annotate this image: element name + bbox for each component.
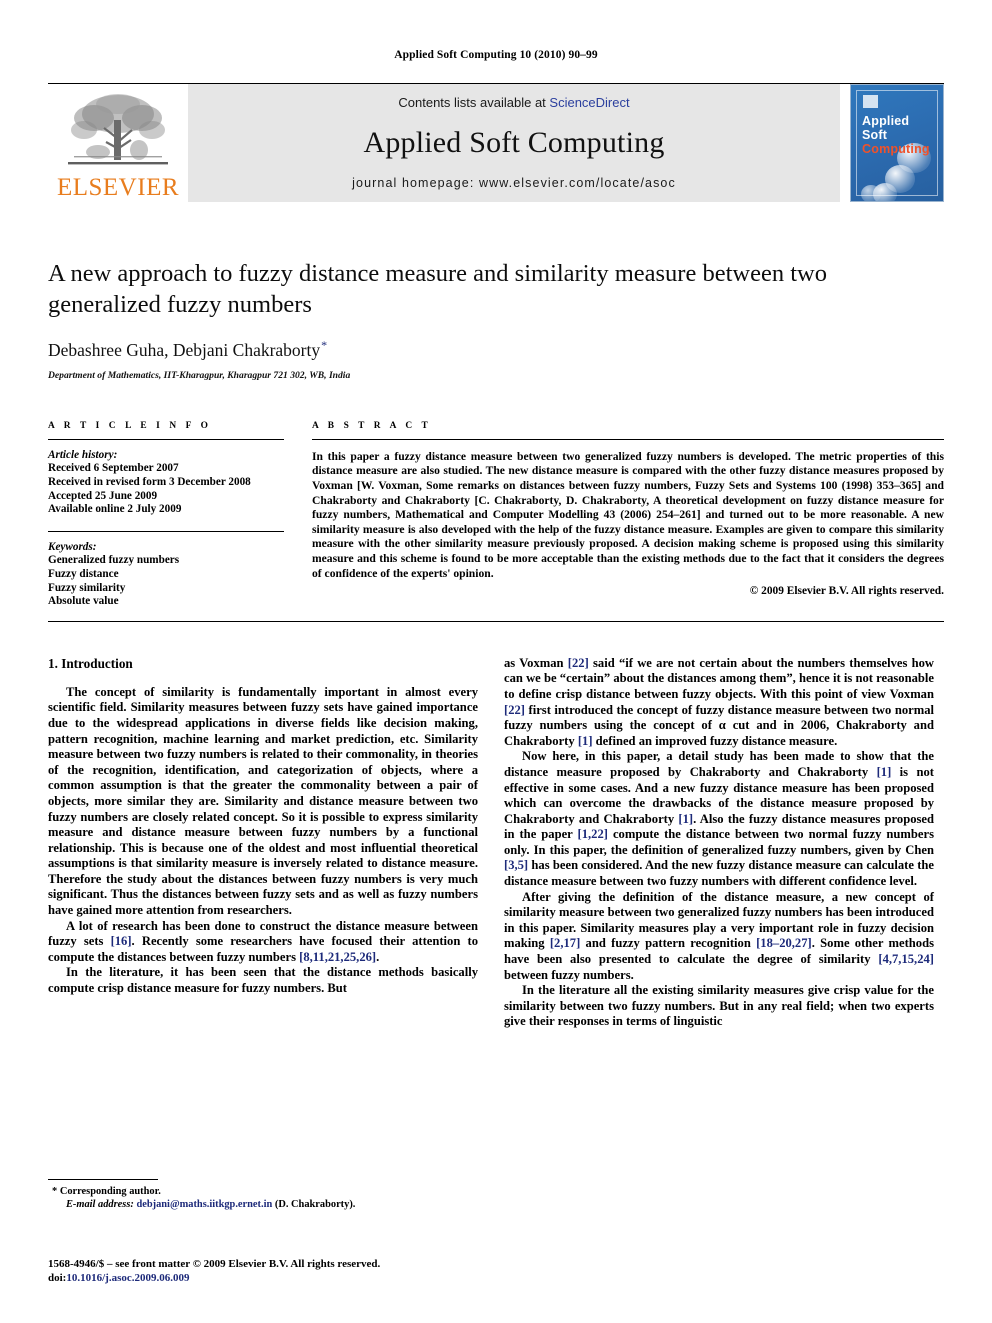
front-matter-line: 1568-4946/$ – see front matter © 2009 El…: [48, 1258, 381, 1270]
article-info-rule-mid: [48, 530, 284, 532]
contents-list-line: Contents lists available at ScienceDirec…: [398, 95, 629, 110]
abstract-heading: A B S T R A C T: [312, 420, 432, 431]
citation-reference[interactable]: [22]: [568, 656, 589, 670]
imprint-block: 1568-4946/$ – see front matter © 2009 El…: [48, 1257, 380, 1285]
elsevier-wordmark: ELSEVIER: [56, 174, 180, 201]
citation-reference[interactable]: [1]: [877, 765, 892, 779]
author-names: Debashree Guha, Debjani Chakraborty: [48, 339, 321, 360]
body-column-left: 1. Introduction The concept of similarit…: [48, 656, 478, 1030]
citation-reference[interactable]: [1]: [578, 734, 593, 748]
history-online: Available online 2 July 2009: [48, 503, 182, 516]
footnote-corresponding-line: * Corresponding author.: [48, 1185, 478, 1198]
journal-title: Applied Soft Computing: [363, 126, 665, 159]
paragraph: In the literature all the existing simil…: [504, 983, 934, 1029]
citation-reference[interactable]: [16]: [111, 934, 132, 948]
section-heading-introduction: 1. Introduction: [48, 655, 133, 671]
running-head: Applied Soft Computing 10 (2010) 90–99: [394, 49, 598, 61]
page-title: A new approach to fuzzy distance measure…: [48, 260, 827, 318]
contents-prefix: Contents lists available at: [398, 95, 550, 110]
paragraph: After giving the definition of the dista…: [504, 889, 934, 982]
paragraph: Now here, in this paper, a detail study …: [504, 749, 934, 889]
email-owner: (D. Chakraborty).: [274, 1199, 356, 1210]
abstract-text: In this paper a fuzzy distance measure b…: [312, 449, 944, 580]
article-info-rule-top: [48, 438, 284, 440]
info-abstract-region: A R T I C L E I N F O Article history: R…: [48, 421, 944, 609]
history-revised: Received in revised form 3 December 2008: [48, 476, 251, 489]
body-columns: 1. Introduction The concept of similarit…: [48, 656, 944, 1030]
article-history: Article history: Received 6 September 20…: [48, 449, 284, 517]
keywords-label: Keywords:: [48, 540, 97, 553]
title-block: A new approach to fuzzy distance measure…: [48, 258, 944, 381]
cover-title: Applied Soft Computing: [862, 114, 930, 156]
doi-line: doi:10.1016/j.asoc.2009.06.009: [48, 1271, 380, 1285]
affiliation: Department of Mathematics, IIT-Kharagpur…: [48, 369, 351, 381]
author-list: Debashree Guha, Debjani Chakraborty*: [48, 338, 944, 361]
keywords-block: Keywords: Generalized fuzzy numbers Fuzz…: [48, 541, 284, 609]
body-column-right: as Voxman [22] said “if we are not certa…: [504, 656, 934, 1030]
corresponding-author-footnote: * Corresponding author. E-mail address: …: [48, 1179, 478, 1211]
citation-reference[interactable]: [2,17]: [550, 936, 580, 950]
keyword-item: Fuzzy distance: [48, 567, 119, 580]
history-received: Received 6 September 2007: [48, 462, 179, 475]
doi-label: doi:: [48, 1272, 67, 1284]
doi-link[interactable]: 10.1016/j.asoc.2009.06.009: [66, 1272, 189, 1284]
footnote-rule: [48, 1179, 158, 1180]
keyword-item: Absolute value: [48, 595, 119, 608]
cover-elsevier-mark-icon: [863, 95, 878, 108]
citation-reference[interactable]: [1,22]: [578, 827, 608, 841]
email-link[interactable]: debjani@maths.iitkgp.ernet.in: [136, 1199, 272, 1210]
citation-reference[interactable]: [1]: [678, 812, 693, 826]
footnote-email-line: E-mail address: debjani@maths.iitkgp.ern…: [48, 1198, 478, 1211]
article-info-column: A R T I C L E I N F O Article history: R…: [48, 421, 284, 609]
footnote-star-icon: *: [52, 1186, 58, 1197]
email-label: E-mail address:: [66, 1199, 134, 1210]
keyword-item: Generalized fuzzy numbers: [48, 554, 180, 567]
paragraph: In the literature, it has been seen that…: [48, 965, 478, 996]
elsevier-logo: ELSEVIER: [48, 84, 188, 202]
article-page: Applied Soft Computing 10 (2010) 90–99 E…: [0, 0, 992, 1323]
abstract-bottom-rule: [48, 620, 944, 622]
citation-reference[interactable]: [22]: [504, 703, 525, 717]
footnote-corresponding-text: Corresponding author.: [59, 1186, 161, 1197]
cover-blob-4: [861, 185, 881, 201]
citation-reference[interactable]: [3,5]: [504, 858, 528, 872]
sciencedirect-link[interactable]: ScienceDirect: [549, 95, 629, 110]
journal-cover-thumbnail[interactable]: Applied Soft Computing: [850, 84, 944, 202]
cover-title-line-3: Computing: [862, 142, 930, 156]
cover-title-line-1: Applied: [862, 114, 910, 128]
article-info-heading: A R T I C L E I N F O: [48, 420, 212, 431]
paragraph: as Voxman [22] said “if we are not certa…: [504, 655, 934, 748]
paragraph: A lot of research has been done to const…: [48, 919, 478, 966]
paragraph-text: A lot of research has been done to const…: [48, 918, 478, 964]
journal-masthead: ELSEVIER Contents lists available at Sci…: [48, 83, 944, 202]
abstract-copyright: © 2009 Elsevier B.V. All rights reserved…: [749, 585, 944, 598]
journal-cover-cell: Applied Soft Computing: [840, 84, 944, 202]
citation-reference[interactable]: [4,7,15,24]: [878, 952, 934, 966]
abstract-rule-top: [312, 438, 944, 440]
article-history-label: Article history:: [48, 448, 118, 461]
paragraph: The concept of similarity is fundamental…: [48, 684, 478, 918]
elsevier-tree-icon: [68, 94, 168, 165]
corresponding-author-marker: *: [321, 338, 328, 352]
citation-reference[interactable]: [8,11,21,25,26]: [299, 950, 376, 964]
journal-homepage-link[interactable]: journal homepage: www.elsevier.com/locat…: [352, 176, 676, 190]
citation-reference[interactable]: [18–20,27]: [756, 936, 812, 950]
masthead-band: Contents lists available at ScienceDirec…: [188, 84, 840, 202]
cover-title-line-2: Soft: [862, 128, 888, 142]
abstract-column: A B S T R A C T In this paper a fuzzy di…: [312, 421, 944, 609]
keyword-item: Fuzzy similarity: [48, 581, 126, 594]
history-accepted: Accepted 25 June 2009: [48, 489, 158, 502]
